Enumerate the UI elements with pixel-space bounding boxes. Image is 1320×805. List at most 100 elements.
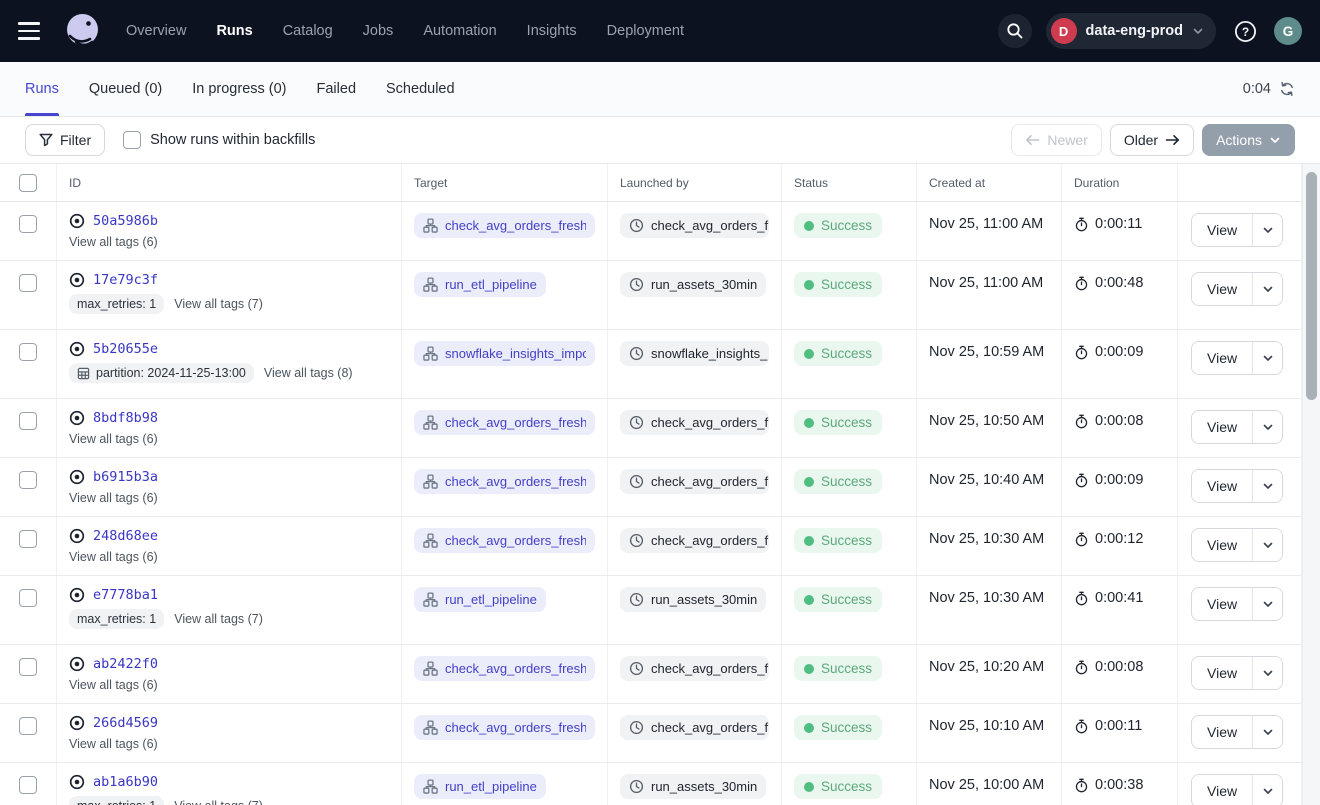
launched-by-pill[interactable]: check_avg_orders_f… — [620, 715, 769, 740]
launched-by-pill[interactable]: run_assets_30min — [620, 272, 766, 297]
show-backfills-toggle[interactable]: Show runs within backfills — [123, 131, 315, 149]
older-button[interactable]: Older — [1110, 124, 1194, 156]
target-pill[interactable]: run_etl_pipeline — [414, 587, 546, 612]
hamburger-menu-icon[interactable] — [18, 16, 48, 46]
target-pill[interactable]: run_etl_pipeline — [414, 272, 546, 297]
view-button[interactable]: View — [1192, 657, 1252, 689]
view-button[interactable]: View — [1192, 273, 1252, 305]
target-pill[interactable]: check_avg_orders_freshne — [414, 715, 595, 740]
select-all-checkbox[interactable] — [19, 174, 37, 192]
tab-failed[interactable]: Failed — [317, 62, 357, 116]
launched-by-pill[interactable]: run_assets_30min — [620, 774, 766, 799]
row-checkbox[interactable] — [19, 215, 37, 233]
target-pill[interactable]: check_avg_orders_freshne — [414, 469, 595, 494]
row-checkbox[interactable] — [19, 717, 37, 735]
nav-item-catalog[interactable]: Catalog — [283, 23, 333, 39]
row-checkbox[interactable] — [19, 274, 37, 292]
view-all-tags-link[interactable]: View all tags (6) — [69, 235, 158, 249]
launched-by-pill[interactable]: run_assets_30min — [620, 587, 766, 612]
nav-item-jobs[interactable]: Jobs — [363, 23, 394, 39]
search-icon[interactable] — [998, 14, 1032, 48]
view-dropdown-button[interactable] — [1252, 411, 1282, 443]
view-all-tags-link[interactable]: View all tags (6) — [69, 432, 158, 446]
row-checkbox[interactable] — [19, 530, 37, 548]
view-all-tags-link[interactable]: View all tags (6) — [69, 678, 158, 692]
run-id-link[interactable]: ab1a6b90 — [93, 774, 158, 790]
scrollbar-thumb[interactable] — [1306, 172, 1317, 400]
view-button[interactable]: View — [1192, 529, 1252, 561]
scrollbar-track[interactable] — [1302, 164, 1320, 805]
run-id-link[interactable]: ab2422f0 — [93, 656, 158, 672]
view-dropdown-button[interactable] — [1252, 214, 1282, 246]
view-all-tags-link[interactable]: View all tags (7) — [174, 799, 263, 805]
dagster-logo[interactable] — [62, 10, 104, 52]
row-checkbox[interactable] — [19, 776, 37, 794]
launched-by-pill[interactable]: check_avg_orders_f… — [620, 528, 769, 553]
launched-by-pill[interactable]: check_avg_orders_f… — [620, 469, 769, 494]
view-button[interactable]: View — [1192, 342, 1252, 374]
target-pill[interactable]: snowflake_insights_import — [414, 341, 595, 366]
view-dropdown-button[interactable] — [1252, 529, 1282, 561]
run-id-link[interactable]: e7778ba1 — [93, 587, 158, 603]
view-button[interactable]: View — [1192, 775, 1252, 805]
nav-item-deployment[interactable]: Deployment — [607, 23, 684, 39]
tag-pill: max_retries: 1 — [69, 294, 164, 314]
view-button[interactable]: View — [1192, 214, 1252, 246]
run-id-link[interactable]: b6915b3a — [93, 469, 158, 485]
row-checkbox[interactable] — [19, 471, 37, 489]
actions-button[interactable]: Actions — [1202, 124, 1295, 156]
launched-by-pill[interactable]: check_avg_orders_f… — [620, 410, 769, 435]
view-dropdown-button[interactable] — [1252, 273, 1282, 305]
run-id-link[interactable]: 50a5986b — [93, 213, 158, 229]
row-checkbox[interactable] — [19, 343, 37, 361]
view-button[interactable]: View — [1192, 411, 1252, 443]
tab-in-progress-0[interactable]: In progress (0) — [192, 62, 286, 116]
target-pill[interactable]: check_avg_orders_freshne — [414, 410, 595, 435]
run-id-link[interactable]: 17e79c3f — [93, 272, 158, 288]
row-checkbox[interactable] — [19, 658, 37, 676]
duration-value: 0:00:11 — [1095, 216, 1142, 232]
view-all-tags-link[interactable]: View all tags (7) — [174, 297, 263, 311]
nav-item-insights[interactable]: Insights — [527, 23, 577, 39]
launched-by-pill[interactable]: snowflake_insights_… — [620, 341, 769, 366]
workspace-switcher[interactable]: D data-eng-prod — [1046, 13, 1216, 49]
view-dropdown-button[interactable] — [1252, 470, 1282, 502]
nav-item-automation[interactable]: Automation — [423, 23, 496, 39]
launched-by-pill[interactable]: check_avg_orders_f… — [620, 213, 769, 238]
run-id-link[interactable]: 5b20655e — [93, 341, 158, 357]
view-dropdown-button[interactable] — [1252, 775, 1282, 805]
launched-by-pill[interactable]: check_avg_orders_f… — [620, 656, 769, 681]
view-all-tags-link[interactable]: View all tags (6) — [69, 550, 158, 564]
view-all-tags-link[interactable]: View all tags (6) — [69, 737, 158, 751]
user-avatar[interactable]: G — [1274, 17, 1302, 45]
run-id-link[interactable]: 8bdf8b98 — [93, 410, 158, 426]
run-id-link[interactable]: 248d68ee — [93, 528, 158, 544]
filter-button[interactable]: Filter — [25, 124, 105, 156]
view-dropdown-button[interactable] — [1252, 657, 1282, 689]
nav-item-overview[interactable]: Overview — [126, 23, 186, 39]
run-id-link[interactable]: 266d4569 — [93, 715, 158, 731]
refresh-icon[interactable] — [1279, 81, 1295, 97]
tab-queued-0[interactable]: Queued (0) — [89, 62, 162, 116]
target-pill[interactable]: check_avg_orders_freshne — [414, 528, 595, 553]
tab-scheduled[interactable]: Scheduled — [386, 62, 455, 116]
view-all-tags-link[interactable]: View all tags (6) — [69, 491, 158, 505]
view-dropdown-button[interactable] — [1252, 716, 1282, 748]
newer-button[interactable]: Newer — [1011, 124, 1101, 156]
tab-runs[interactable]: Runs — [25, 62, 59, 116]
row-checkbox[interactable] — [19, 412, 37, 430]
view-button[interactable]: View — [1192, 588, 1252, 620]
view-dropdown-button[interactable] — [1252, 588, 1282, 620]
row-checkbox[interactable] — [19, 589, 37, 607]
nav-item-runs[interactable]: Runs — [216, 23, 252, 39]
view-button[interactable]: View — [1192, 470, 1252, 502]
view-dropdown-button[interactable] — [1252, 342, 1282, 374]
backfills-checkbox[interactable] — [123, 131, 141, 149]
view-all-tags-link[interactable]: View all tags (8) — [264, 366, 353, 380]
target-pill[interactable]: check_avg_orders_freshne — [414, 213, 595, 238]
view-all-tags-link[interactable]: View all tags (7) — [174, 612, 263, 626]
help-icon[interactable]: ? — [1230, 16, 1260, 46]
target-pill[interactable]: check_avg_orders_freshne — [414, 656, 595, 681]
view-button[interactable]: View — [1192, 716, 1252, 748]
target-pill[interactable]: run_etl_pipeline — [414, 774, 546, 799]
